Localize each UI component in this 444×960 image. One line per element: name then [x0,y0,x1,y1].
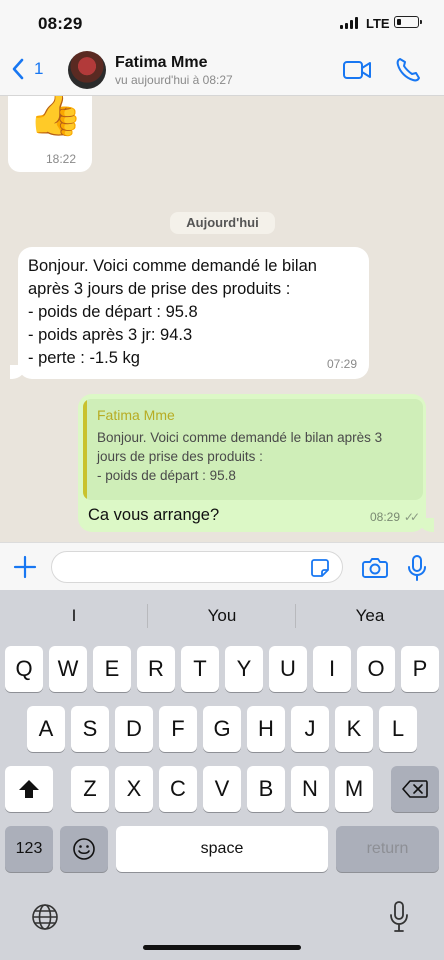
key[interactable]: Y [225,646,263,692]
signal-icon [340,17,360,29]
network-label: LTE [366,16,390,31]
suggestion[interactable]: I [0,590,148,640]
microphone-icon[interactable] [406,554,428,582]
sticker-message[interactable]: 👍 18:22 [8,96,92,172]
key[interactable]: I [313,646,351,692]
key[interactable]: Z [71,766,109,812]
camera-icon[interactable] [362,556,388,578]
key[interactable]: G [203,706,241,752]
contact-last-seen: vu aujourd'hui à 08:27 [115,73,233,87]
status-bar: 08:29 LTE [0,0,444,46]
key[interactable]: D [115,706,153,752]
key[interactable]: K [335,706,373,752]
key[interactable]: L [379,706,417,752]
shift-icon [19,780,39,798]
key[interactable]: P [401,646,439,692]
home-indicator [143,945,301,950]
outgoing-message[interactable]: Fatima Mme Bonjour. Voici comme demandé … [78,394,434,532]
suggestion[interactable]: You [148,590,296,640]
quote-bar [83,399,87,500]
space-key[interactable]: space [116,826,328,872]
key[interactable]: M [335,766,373,812]
key[interactable]: C [159,766,197,812]
battery-icon [394,16,422,28]
delete-key[interactable] [391,766,439,812]
quote-text: Bonjour. Voici comme demandé le bilan ap… [97,430,383,483]
phone-icon[interactable] [394,56,422,84]
emoji-key[interactable] [60,826,108,872]
key[interactable]: Q [5,646,43,692]
numbers-key[interactable]: 123 [5,826,53,872]
key[interactable]: A [27,706,65,752]
key[interactable]: H [247,706,285,752]
thumbs-up-sticker: 👍 [28,96,83,138]
sticker-icon[interactable] [310,558,330,578]
status-time: 08:29 [38,14,83,33]
date-separator: Aujourd'hui [170,212,275,234]
key[interactable]: V [203,766,241,812]
key[interactable]: E [93,646,131,692]
chevron-left-icon [12,58,24,80]
quote-author: Fatima Mme [97,407,175,423]
read-receipt-icon: ✓✓ [403,510,420,524]
unread-count: 1 [34,59,44,78]
key[interactable]: O [357,646,395,692]
chat-header: 1 Fatima Mme vu aujourd'hui à 08:27 [0,46,444,96]
quoted-message[interactable]: Fatima Mme Bonjour. Voici comme demandé … [83,399,423,500]
return-key[interactable]: return [336,826,439,872]
suggestion[interactable]: Yea [296,590,444,640]
key[interactable]: W [49,646,87,692]
key[interactable]: R [137,646,175,692]
message-text: Bonjour. Voici comme demandé le bilan ap… [28,257,317,367]
key[interactable]: U [269,646,307,692]
message-input-bar [0,542,444,590]
key[interactable]: S [71,706,109,752]
contact-name[interactable]: Fatima Mme [115,54,207,72]
key[interactable]: T [181,646,219,692]
message-time: 08:29 [369,510,400,524]
globe-icon[interactable] [30,902,60,932]
shift-key[interactable] [5,766,53,812]
back-button[interactable]: 1 [10,57,43,81]
predictive-bar: I You Yea [0,590,444,640]
message-time: 07:29 [326,357,357,371]
keyboard: I You Yea Q W E R T Y U I O P A S D F G … [0,590,444,960]
video-call-icon[interactable] [342,58,372,82]
backspace-icon [402,780,428,798]
plus-icon[interactable] [13,555,37,579]
key[interactable]: J [291,706,329,752]
key[interactable]: F [159,706,197,752]
emoji-icon [73,838,95,860]
key[interactable]: X [115,766,153,812]
dictation-icon[interactable] [388,900,410,934]
key[interactable]: N [291,766,329,812]
avatar[interactable] [68,51,106,89]
key[interactable]: B [247,766,285,812]
chat-area[interactable]: 👍 18:22 Aujourd'hui Bonjour. Voici comme… [0,96,444,542]
message-time: 18:22 [46,152,77,166]
message-input[interactable] [51,551,343,583]
message-text: Ca vous arrange? [88,506,220,524]
incoming-message[interactable]: Bonjour. Voici comme demandé le bilan ap… [10,247,369,379]
